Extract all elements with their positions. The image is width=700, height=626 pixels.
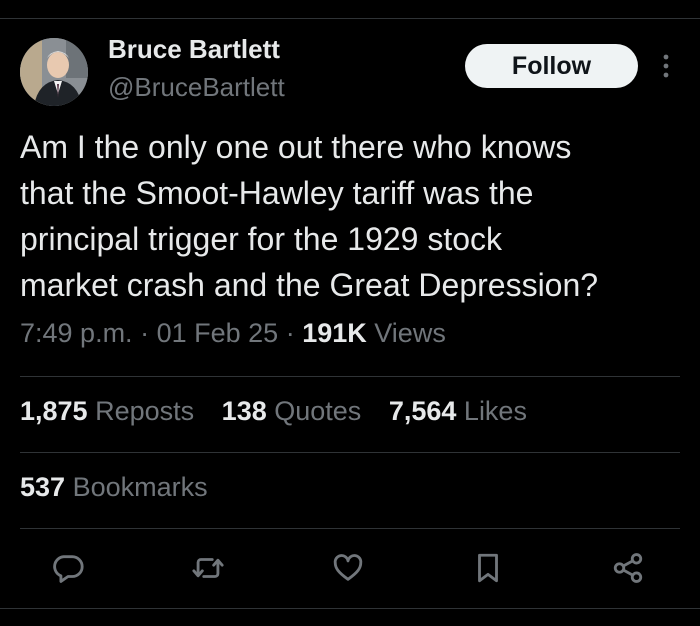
reply-button[interactable] xyxy=(50,550,86,586)
like-icon xyxy=(333,554,363,581)
more-icon xyxy=(663,54,669,78)
top-divider xyxy=(0,18,700,19)
tweet-time[interactable]: 7:49 p.m. xyxy=(20,318,133,348)
tweet-metadata: 7:49 p.m. · 01 Feb 25 · 191K Views xyxy=(20,318,446,349)
share-icon xyxy=(613,553,643,583)
bookmarks-label: Bookmarks xyxy=(72,472,208,502)
author-handle[interactable]: @BruceBartlett xyxy=(108,72,285,103)
bookmarks-stat[interactable]: 537 Bookmarks xyxy=(20,472,208,503)
bookmarks-count: 537 xyxy=(20,472,66,502)
follow-button[interactable]: Follow xyxy=(465,44,638,88)
likes-stat[interactable]: 7,564 Likes xyxy=(389,396,527,426)
share-button[interactable] xyxy=(610,550,646,586)
more-options-button[interactable] xyxy=(654,48,678,84)
meta-separator: · xyxy=(285,318,295,348)
bookmark-button[interactable] xyxy=(470,550,506,586)
author-name[interactable]: Bruce Bartlett xyxy=(108,34,280,65)
tweet-date[interactable]: 01 Feb 25 xyxy=(157,318,279,348)
divider xyxy=(20,376,680,377)
reposts-count: 1,875 xyxy=(20,396,88,426)
repost-button[interactable] xyxy=(190,550,226,586)
reply-icon xyxy=(53,555,84,583)
likes-label: Likes xyxy=(463,396,527,426)
bottom-divider xyxy=(0,608,700,609)
like-button[interactable] xyxy=(330,550,366,586)
tweet-text: Am I the only one out there who knows th… xyxy=(20,129,599,303)
bookmark-icon xyxy=(478,553,498,583)
likes-count: 7,564 xyxy=(388,396,457,426)
views-count: 191K xyxy=(302,318,367,348)
quotes-stat[interactable]: 138 Quotes xyxy=(222,396,362,426)
avatar[interactable] xyxy=(20,38,88,106)
avatar-image xyxy=(20,38,88,106)
reposts-stat[interactable]: 1,875 Reposts xyxy=(20,396,194,426)
views-label: Views xyxy=(374,318,446,348)
quotes-label: Quotes xyxy=(274,396,362,426)
quotes-count: 138 xyxy=(221,396,267,426)
engagement-stats: 1,875 Reposts 138 Quotes 7,564 Likes xyxy=(20,396,547,427)
divider xyxy=(20,528,680,529)
divider xyxy=(20,452,680,453)
reposts-label: Reposts xyxy=(95,396,195,426)
meta-separator: · xyxy=(140,318,150,348)
repost-icon xyxy=(192,558,224,578)
